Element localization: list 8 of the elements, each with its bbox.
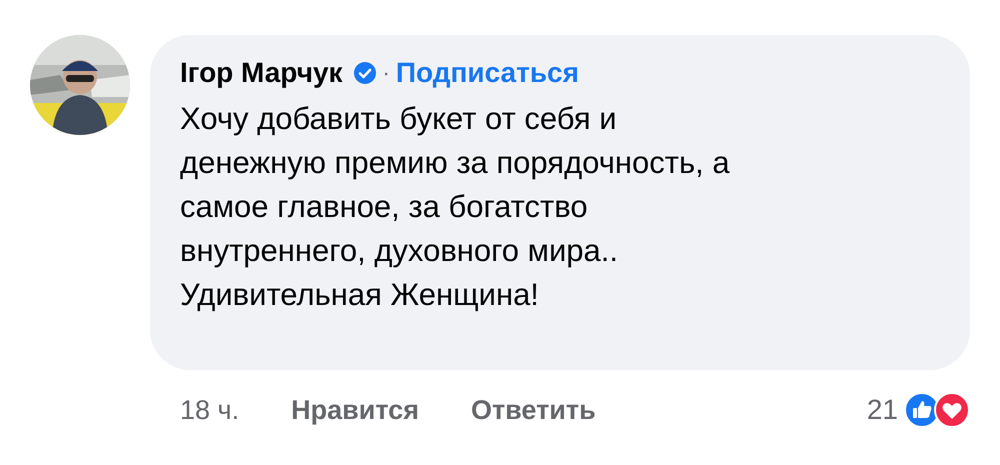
- follow-link[interactable]: Подписаться: [396, 57, 579, 89]
- comment-text: Хочу добавить букет от себя и денежную премию за порядочность, а самое главное, за богатство внутреннего, духовного мира.. Удивительная Женщина!: [180, 100, 731, 314]
- action-link[interactable]: Ответить: [470, 394, 596, 426]
- reaction-count[interactable]: 21: [866, 394, 898, 426]
- separator-dot: ·: [382, 60, 390, 86]
- timestamp: 18 ч.: [180, 394, 240, 426]
- action-link[interactable]: Нравится: [291, 394, 419, 426]
- author-name[interactable]: Ігор Марчук: [180, 57, 343, 89]
